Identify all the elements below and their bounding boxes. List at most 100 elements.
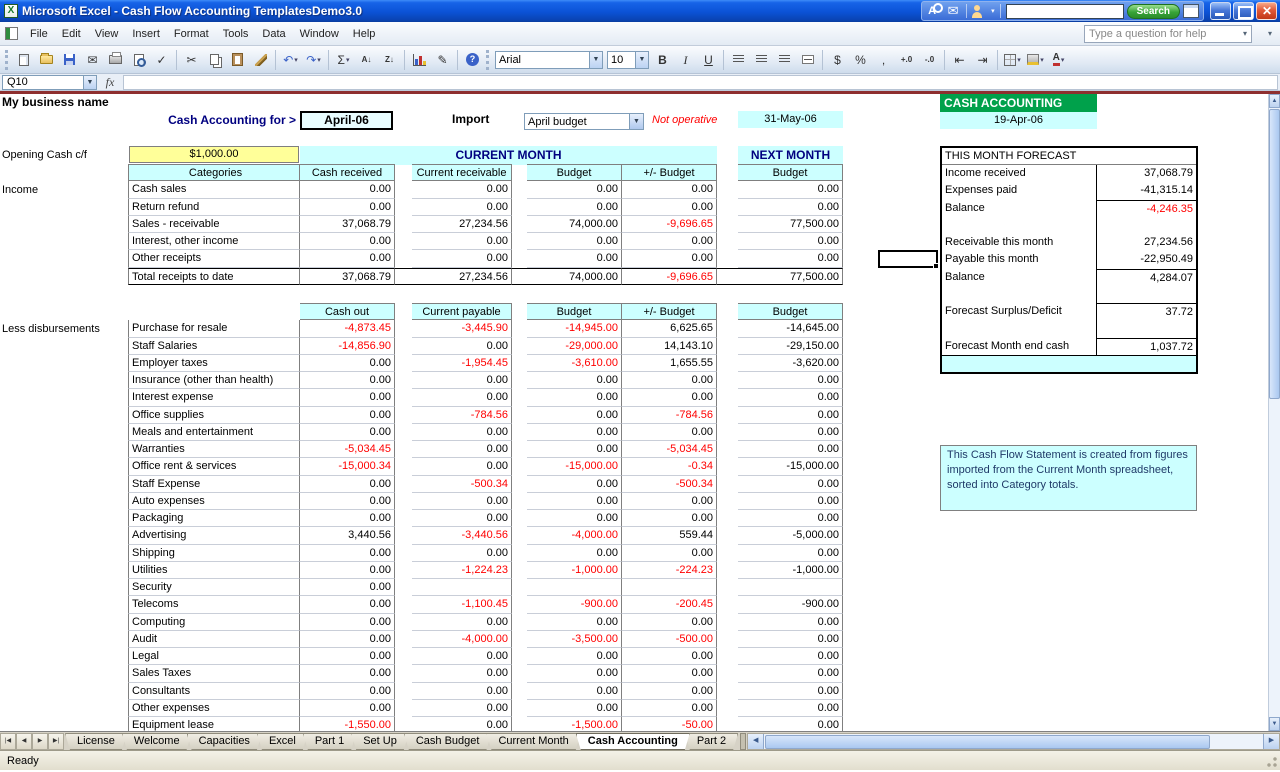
insert-function-icon[interactable]: fx — [97, 75, 123, 90]
value-cell[interactable]: 27,234.56 — [412, 268, 512, 285]
print-preview-icon[interactable] — [128, 50, 149, 70]
value-cell[interactable]: -5,000.00 — [738, 527, 843, 544]
value-cell[interactable]: 0.00 — [412, 545, 512, 562]
value-cell[interactable]: 0.00 — [300, 355, 395, 372]
value-cell[interactable]: 0.00 — [527, 683, 622, 700]
sheet-tab-cash-budget[interactable]: Cash Budget — [404, 733, 492, 750]
value-cell[interactable]: 37,068.79 — [300, 268, 395, 285]
scroll-left-icon[interactable]: ◀ — [748, 734, 764, 749]
value-cell[interactable]: -5,034.45 — [300, 441, 395, 458]
menu-window[interactable]: Window — [293, 24, 346, 44]
value-cell[interactable]: 0.00 — [300, 700, 395, 717]
value-cell[interactable]: -3,440.56 — [412, 527, 512, 544]
value-cell[interactable]: -4,000.00 — [412, 631, 512, 648]
forecast-value[interactable] — [1096, 286, 1196, 303]
value-cell[interactable]: 77,500.00 — [738, 268, 843, 285]
person-icon[interactable] — [972, 5, 988, 18]
value-cell[interactable]: -5,034.45 — [622, 441, 717, 458]
value-cell[interactable]: 0.00 — [527, 493, 622, 510]
value-cell[interactable]: 0.00 — [738, 476, 843, 493]
menu-view[interactable]: View — [88, 24, 126, 44]
chevron-down-icon[interactable]: ▼ — [629, 114, 643, 129]
category-cell[interactable]: Sales Taxes — [128, 665, 300, 682]
align-center-icon[interactable] — [751, 50, 772, 70]
value-cell[interactable]: 0.00 — [412, 441, 512, 458]
value-cell[interactable]: 0.00 — [300, 372, 395, 389]
value-cell[interactable]: 0.00 — [412, 614, 512, 631]
email-icon[interactable]: ✉ — [82, 50, 103, 70]
category-cell[interactable]: Insurance (other than health) — [128, 372, 300, 389]
value-cell[interactable]: 0.00 — [622, 700, 717, 717]
value-cell[interactable]: 0.00 — [300, 562, 395, 579]
value-cell[interactable]: 0.00 — [527, 700, 622, 717]
category-cell[interactable]: Telecoms — [128, 596, 300, 613]
category-cell[interactable]: Interest, other income — [128, 233, 300, 250]
column-header[interactable] — [128, 303, 300, 320]
category-cell[interactable]: Auto expenses — [128, 493, 300, 510]
value-cell[interactable]: 0.00 — [738, 717, 843, 731]
decrease-decimal-icon[interactable]: -.0 — [919, 50, 940, 70]
value-cell[interactable]: 0.00 — [622, 424, 717, 441]
category-cell[interactable]: Office supplies — [128, 407, 300, 424]
value-cell[interactable]: 0.00 — [527, 389, 622, 406]
value-cell[interactable]: -15,000.00 — [527, 458, 622, 475]
fill-color-icon[interactable]: ▾ — [1025, 50, 1046, 70]
toolbar-grip[interactable] — [5, 50, 8, 70]
forecast-label[interactable]: Forecast Month end cash — [942, 338, 1096, 355]
business-name-cell[interactable]: My business name — [2, 95, 109, 109]
category-cell[interactable]: Interest expense — [128, 389, 300, 406]
chevron-down-icon[interactable]: ▾ — [1268, 29, 1272, 38]
next-sheet-button[interactable] — [32, 733, 48, 750]
category-cell[interactable]: Sales - receivable — [128, 216, 300, 233]
value-cell[interactable]: 0.00 — [622, 683, 717, 700]
value-cell[interactable]: -14,856.90 — [300, 338, 395, 355]
value-cell[interactable]: -900.00 — [527, 596, 622, 613]
value-cell[interactable]: 0.00 — [412, 199, 512, 216]
value-cell[interactable] — [738, 579, 843, 596]
sheet-tab-part-1[interactable]: Part 1 — [303, 733, 356, 750]
search-button[interactable]: Search — [1127, 4, 1180, 19]
value-cell[interactable]: 0.00 — [738, 181, 843, 198]
cash-accounting-date-cell[interactable]: 19-Apr-06 — [940, 112, 1097, 129]
value-cell[interactable]: 0.00 — [738, 389, 843, 406]
value-cell[interactable]: 0.00 — [300, 648, 395, 665]
formula-input[interactable] — [123, 75, 1278, 90]
value-cell[interactable]: 0.00 — [738, 407, 843, 424]
chevron-down-icon[interactable]: ▾ — [991, 7, 995, 15]
value-cell[interactable]: 0.00 — [300, 596, 395, 613]
value-cell[interactable]: 0.00 — [412, 648, 512, 665]
value-cell[interactable]: -1,500.00 — [527, 717, 622, 731]
category-cell[interactable]: Other expenses — [128, 700, 300, 717]
forecast-label[interactable]: Income received — [942, 165, 1096, 182]
value-cell[interactable]: -1,000.00 — [738, 562, 843, 579]
spelling-icon[interactable]: ✓ — [151, 50, 172, 70]
forecast-value[interactable]: -22,950.49 — [1096, 251, 1196, 268]
month-end-date-cell[interactable]: 31-May-06 — [738, 111, 843, 128]
sort-descending-icon[interactable]: Z↓ — [379, 50, 400, 70]
value-cell[interactable]: -14,945.00 — [527, 320, 622, 337]
current-month-band[interactable]: CURRENT MONTH — [300, 146, 717, 165]
value-cell[interactable]: 0.00 — [412, 665, 512, 682]
vertical-scroll-thumb[interactable] — [1269, 109, 1280, 399]
category-cell[interactable]: Legal — [128, 648, 300, 665]
column-header[interactable]: Budget — [527, 164, 622, 181]
category-cell[interactable]: Other receipts — [128, 250, 300, 267]
forecast-value[interactable]: 27,234.56 — [1096, 234, 1196, 251]
forecast-label[interactable]: Forecast Surplus/Deficit — [942, 303, 1096, 320]
forecast-label[interactable] — [942, 286, 1096, 303]
chart-wizard-icon[interactable] — [409, 50, 430, 70]
forecast-label[interactable]: Receivable this month — [942, 234, 1096, 251]
minimize-button[interactable] — [1210, 2, 1231, 20]
percent-icon[interactable]: % — [850, 50, 871, 70]
value-cell[interactable]: -3,610.00 — [527, 355, 622, 372]
value-cell[interactable]: 37,068.79 — [300, 216, 395, 233]
category-cell[interactable]: Computing — [128, 614, 300, 631]
redo-icon[interactable]: ↷▾ — [303, 50, 324, 70]
resize-grip[interactable] — [1266, 756, 1278, 768]
less-disbursements-label[interactable]: Less disbursements — [2, 321, 100, 338]
value-cell[interactable] — [527, 579, 622, 596]
save-icon[interactable] — [59, 50, 80, 70]
value-cell[interactable]: 0.00 — [527, 510, 622, 527]
last-sheet-button[interactable] — [48, 733, 64, 750]
value-cell[interactable]: 0.00 — [527, 250, 622, 267]
